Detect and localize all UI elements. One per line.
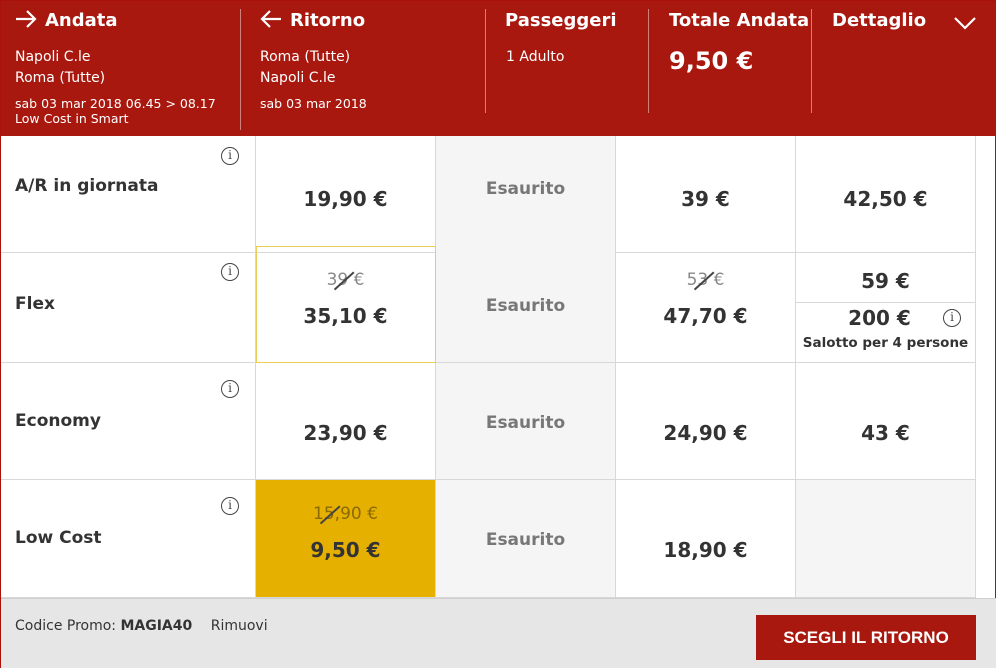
price: 9,50 € <box>310 538 381 562</box>
andata-fare: Low Cost in Smart <box>15 111 129 126</box>
fare-price-cell[interactable]: 39 € <box>616 136 796 253</box>
header-divider <box>240 9 241 130</box>
fare-price-cell[interactable]: 23,90 € <box>256 363 436 480</box>
price: 23,90 € <box>303 421 388 445</box>
promo-code-area: Codice Promo: MAGIA40 Rimuovi <box>15 618 268 634</box>
fare-price-cell[interactable]: 39 € 35,10 € <box>256 246 436 363</box>
sold-out-label: Esaurito <box>485 413 566 433</box>
fare-label-cell: A/R in giornata i <box>1 136 256 253</box>
fare-label-cell: Economy i <box>1 363 256 480</box>
totale-andata-value: 9,50 € <box>669 47 754 75</box>
fare-label-cell: Low Cost i <box>1 480 256 598</box>
header-divider <box>811 9 812 113</box>
trip-summary-header: Andata Napoli C.le Roma (Tutte) sab 03 m… <box>1 1 996 136</box>
fare-price-cell[interactable]: 42,50 € <box>796 136 976 253</box>
fare-row-economy: Economy i 23,90 € Esaurito 24,90 € 43 € <box>1 363 996 480</box>
info-icon[interactable]: i <box>943 309 961 327</box>
price: 59 € <box>861 269 910 293</box>
promo-label: Codice Promo: <box>15 618 117 634</box>
fare-grid: A/R in giornata i 19,90 € Esaurito 39 € … <box>1 136 996 598</box>
arrow-right-icon <box>16 10 37 28</box>
fare-soldout-cell: Esaurito <box>436 136 616 253</box>
info-icon[interactable]: i <box>221 497 239 515</box>
fare-row-flex: Flex i 39 € 35,10 € Esaurito 53 € 47,70 … <box>1 246 996 363</box>
price: 35,10 € <box>303 304 388 328</box>
andata-datetime: sab 03 mar 2018 06.45 > 08.17 <box>15 96 216 111</box>
totale-andata-title: Totale Andata <box>669 10 810 31</box>
fare-label: Flex <box>15 294 55 314</box>
ritorno-date: sab 03 mar 2018 <box>260 96 367 111</box>
fare-row-low-cost: Low Cost i 15,90 € 9,50 € Esaurito 18,90… <box>1 480 996 598</box>
price: 43 € <box>861 421 910 445</box>
dettaglio-title[interactable]: Dettaglio <box>832 10 926 31</box>
choose-return-button[interactable]: SCEGLI IL RITORNO <box>756 615 976 660</box>
chevron-down-icon[interactable] <box>953 15 977 31</box>
passeggeri-title: Passeggeri <box>505 10 617 31</box>
arrow-left-icon <box>260 10 281 28</box>
salotto-note: Salotto per 4 persone <box>802 335 969 351</box>
info-icon[interactable]: i <box>221 380 239 398</box>
ritorno-title: Ritorno <box>260 10 365 31</box>
andata-title: Andata <box>15 10 118 31</box>
fare-row-ar-giornata: A/R in giornata i 19,90 € Esaurito 39 € … <box>1 136 996 253</box>
fare-label: Economy <box>15 411 101 431</box>
old-price: 53 € <box>686 270 725 290</box>
fare-price-cell[interactable]: 59 € 200 € i Salotto per 4 persone <box>796 246 976 363</box>
info-icon[interactable]: i <box>221 263 239 281</box>
fare-price-cell[interactable]: 19,90 € <box>256 136 436 253</box>
fare-price-cell-selected[interactable]: 15,90 € 9,50 € <box>256 480 436 598</box>
old-price: 15,90 € <box>313 504 378 524</box>
old-price: 39 € <box>326 270 365 290</box>
info-icon[interactable]: i <box>221 147 239 165</box>
sold-out-label: Esaurito <box>485 296 566 316</box>
fare-label: A/R in giornata <box>15 176 159 196</box>
price: 19,90 € <box>303 187 388 211</box>
fare-label-cell: Flex i <box>1 246 256 363</box>
fare-soldout-cell: Esaurito <box>436 363 616 480</box>
footer-bar: Codice Promo: MAGIA40 Rimuovi SCEGLI IL … <box>1 598 996 668</box>
fare-price-cell[interactable]: 53 € 47,70 € <box>616 246 796 363</box>
fare-label: Low Cost <box>15 528 102 548</box>
andata-to: Roma (Tutte) <box>15 70 106 86</box>
fare-price-cell[interactable]: 24,90 € <box>616 363 796 480</box>
price: 24,90 € <box>663 421 748 445</box>
promo-code: MAGIA40 <box>120 618 193 634</box>
price: 42,50 € <box>843 187 928 211</box>
ritorno-from: Roma (Tutte) <box>260 49 351 65</box>
fare-price-cell[interactable]: 43 € <box>796 363 976 480</box>
remove-promo-link[interactable]: Rimuovi <box>211 618 268 634</box>
header-divider <box>485 9 486 113</box>
header-divider <box>648 9 649 113</box>
price: 18,90 € <box>663 538 748 562</box>
andata-from: Napoli C.le <box>15 49 91 65</box>
booking-panel: Andata Napoli C.le Roma (Tutte) sab 03 m… <box>0 0 996 668</box>
fare-price-cell[interactable]: 18,90 € <box>616 480 796 598</box>
cell-divider <box>796 302 975 303</box>
price: 39 € <box>681 187 730 211</box>
sold-out-label: Esaurito <box>485 530 566 550</box>
fare-soldout-cell: Esaurito <box>436 246 616 363</box>
fare-soldout-cell: Esaurito <box>436 480 616 598</box>
price: 47,70 € <box>663 304 748 328</box>
passeggeri-value: 1 Adulto <box>506 49 565 65</box>
fare-unavailable-cell <box>796 480 976 598</box>
ritorno-to: Napoli C.le <box>260 70 336 86</box>
sold-out-label: Esaurito <box>485 179 566 199</box>
